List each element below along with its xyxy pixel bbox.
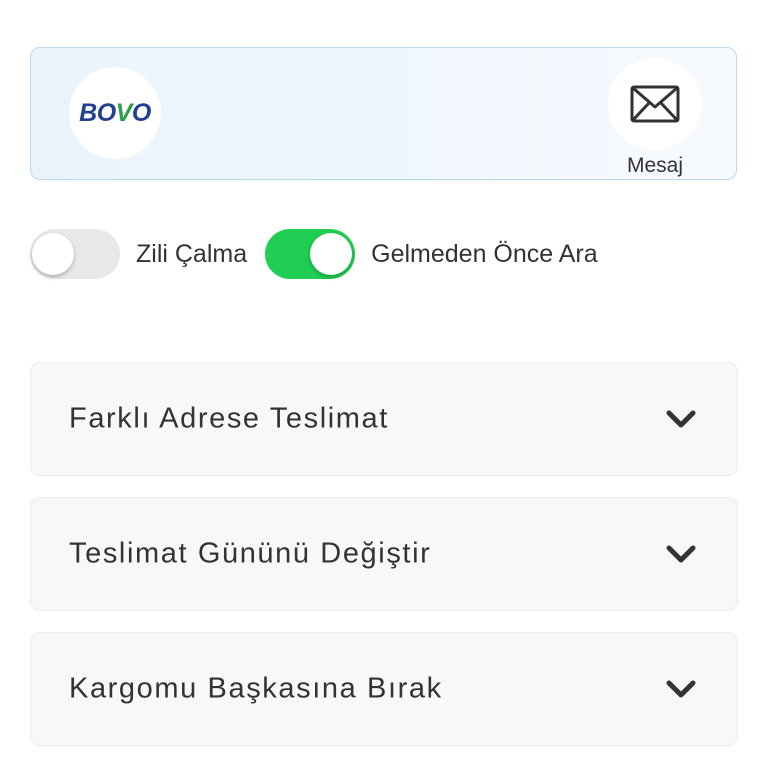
accordion-title: Teslimat Gününü Değiştir: [69, 537, 432, 570]
courier-card: BOVO Mesaj: [30, 47, 737, 180]
toggle-knob: [32, 233, 74, 275]
accordion-title: Farklı Adrese Teslimat: [69, 402, 389, 435]
delivery-toggles: Zili Çalma Gelmeden Önce Ara: [30, 228, 616, 280]
call-before-label: Gelmeden Önce Ara: [371, 239, 598, 268]
message-button[interactable]: Mesaj: [607, 58, 703, 178]
chevron-down-icon: [666, 680, 696, 698]
call-before-toggle[interactable]: [265, 229, 356, 279]
ring-bell-label: Zili Çalma: [136, 239, 248, 268]
ring-bell-toggle[interactable]: [30, 229, 120, 279]
accordion-title: Kargomu Başkasına Bırak: [69, 672, 443, 705]
accordion-leave-with-someone[interactable]: Kargomu Başkasına Bırak: [30, 632, 738, 746]
accordion-change-delivery-day[interactable]: Teslimat Gününü Değiştir: [30, 497, 738, 611]
chevron-down-icon: [666, 545, 696, 563]
envelope-icon: [630, 85, 680, 123]
courier-logo-text: BOVO: [79, 98, 151, 127]
chevron-down-icon: [666, 410, 696, 428]
accordion-different-address[interactable]: Farklı Adrese Teslimat: [30, 362, 738, 476]
delivery-options-page: BOVO Mesaj Zili Çalma Gelmeden Önce Ara …: [0, 0, 768, 768]
message-label: Mesaj: [626, 154, 684, 177]
message-circle: [608, 58, 702, 150]
courier-logo: BOVO: [69, 67, 161, 159]
toggle-knob: [310, 233, 353, 275]
